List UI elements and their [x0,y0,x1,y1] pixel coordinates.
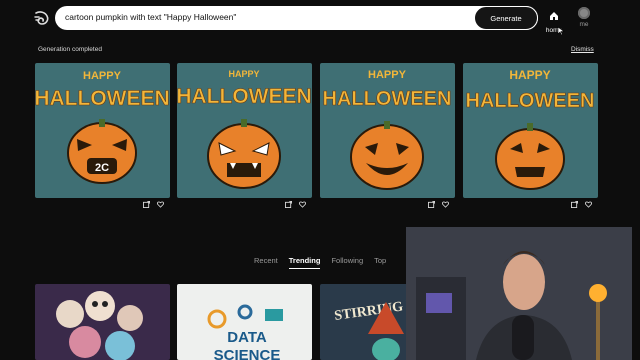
card-1-pumpkin-text: 2C [95,162,109,174]
card-1-actions [143,201,173,211]
generated-image-4[interactable]: HAPPY HALLOWEEN [463,63,598,198]
card-3-actions [428,201,458,211]
card-4-text-top: HAPPY [509,68,550,82]
generated-image-3[interactable]: HAPPY HALLOWEEN [320,63,455,198]
heart-icon[interactable] [299,201,306,208]
app-logo-icon[interactable] [33,9,51,27]
card-1-text-top: HAPPY [83,70,122,82]
card-2-text-top: HAPPY [228,69,259,79]
thumb-2-text-bottom: SCIENCE [214,347,281,360]
heart-icon[interactable] [585,201,592,208]
generate-button[interactable]: Generate [474,6,538,30]
tab-trending[interactable]: Trending [288,256,321,269]
image-save-icon[interactable] [285,201,292,208]
image-save-icon[interactable] [428,201,435,208]
tab-following[interactable]: Following [331,256,363,269]
card-2-text-bottom: HALLOWEEN [177,85,312,108]
feed-thumbnail-1[interactable] [35,284,170,360]
nav-me[interactable]: me [574,7,594,28]
thumb-2-text-top: DATA [227,329,267,346]
card-4-text-bottom: HALLOWEEN [466,90,595,112]
image-save-icon[interactable] [571,201,578,208]
image-save-icon[interactable] [143,201,150,208]
card-3-text-bottom: HALLOWEEN [323,88,452,110]
heart-icon[interactable] [157,201,164,208]
generated-image-2[interactable]: HAPPY HALLOWEEN [177,63,312,198]
tab-recent[interactable]: Recent [254,256,278,269]
webcam-overlay [406,227,632,360]
tab-top[interactable]: Top [374,256,386,269]
heart-icon[interactable] [442,201,449,208]
nav-me-label: me [579,21,589,28]
feed-tabs: Recent Trending Following Top [254,256,386,269]
generation-status-text: Generation completed [38,46,102,53]
dismiss-link[interactable]: Dismiss [571,46,594,53]
home-icon [550,12,558,20]
mouse-cursor-icon [557,26,565,36]
feed-thumbnail-2[interactable]: DATA SCIENCE [177,284,312,360]
prompt-input[interactable]: cartoon pumpkin with text "Happy Hallowe… [55,6,538,30]
generated-image-1[interactable]: HAPPY HALLOWEEN 2C [35,63,170,198]
prompt-input-value: cartoon pumpkin with text "Happy Hallowe… [65,12,237,22]
card-1-text-bottom: HALLOWEEN [35,87,170,110]
avatar [578,7,590,19]
card-2-actions [285,201,315,211]
card-3-text-top: HAPPY [368,69,407,81]
card-4-actions [571,201,601,211]
